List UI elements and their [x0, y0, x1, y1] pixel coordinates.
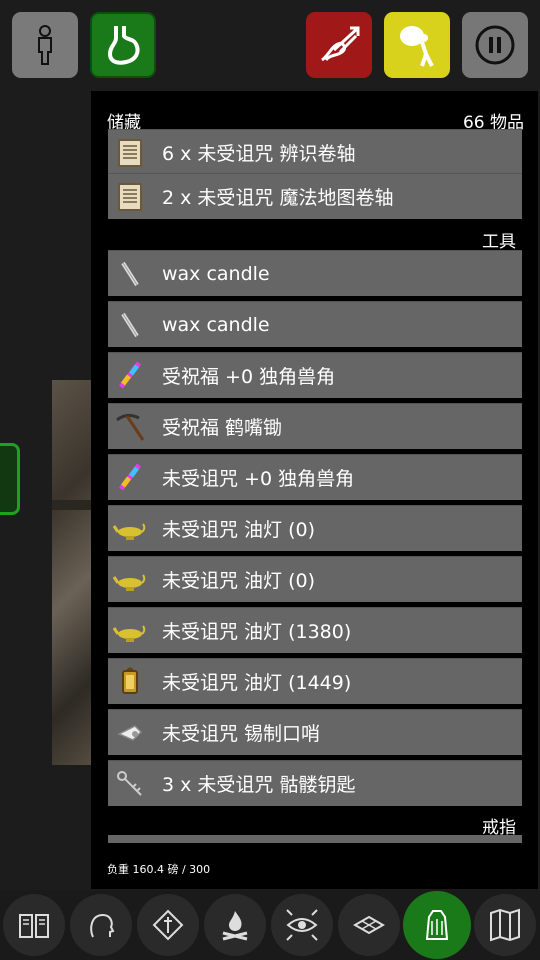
whistle-icon: [113, 716, 147, 750]
backpack-icon: [400, 26, 434, 67]
oil-lamp-icon: [113, 563, 147, 597]
pickaxe-icon: [113, 410, 147, 444]
pray-button[interactable]: [137, 894, 199, 956]
dungeon-rock-wall: [52, 380, 92, 765]
person-icon: [38, 25, 52, 65]
inventory-panel: 储藏 66 物品 6 x 未受诅咒 辨识卷轴 2 x 未受诅咒 魔法地图卷轴 工…: [91, 91, 538, 889]
bag-icon: [425, 910, 449, 940]
character-button[interactable]: [12, 12, 78, 78]
item-label: 未受诅咒 油灯 (0): [162, 570, 315, 592]
inventory-item-partial[interactable]: [108, 835, 522, 843]
item-label: 未受诅咒 +0 独角兽角: [162, 468, 355, 490]
item-label: 未受诅咒 油灯 (0): [162, 519, 315, 541]
item-label: 未受诅咒 油灯 (1380): [162, 621, 352, 643]
inventory-item[interactable]: 受祝福 +0 独角兽角: [108, 352, 522, 398]
candle-icon: [113, 308, 147, 342]
inventory-item[interactable]: 3 x 未受诅咒 骷髅钥匙: [108, 760, 522, 806]
item-label: 受祝福 +0 独角兽角: [162, 366, 336, 388]
inventory-button[interactable]: [403, 891, 471, 959]
inventory-item[interactable]: 未受诅咒 +0 独角兽角: [108, 454, 522, 500]
stomach-icon: [107, 26, 140, 65]
arrow-attack-icon: [321, 26, 360, 62]
item-label: 受祝福 鹤嘴锄: [162, 417, 283, 439]
inventory-item[interactable]: 未受诅咒 油灯 (0): [108, 556, 522, 602]
lantern-icon: [113, 665, 147, 699]
head-button[interactable]: [70, 894, 132, 956]
weight-status: 负重 160.4 磅 / 300: [107, 863, 211, 876]
dungeon-rock-seam: [52, 500, 92, 510]
unicorn-horn-icon: [113, 461, 147, 495]
category-header-tools: 工具: [482, 232, 516, 252]
pack-button[interactable]: [384, 12, 450, 78]
inventory-item[interactable]: 未受诅咒 油灯 (1380): [108, 607, 522, 653]
bottom-toolbar: [0, 890, 540, 960]
map-button[interactable]: [474, 894, 536, 956]
item-label: 2 x 未受诅咒 魔法地图卷轴: [162, 187, 394, 209]
scroll-icon: [113, 180, 147, 214]
item-label: wax candle: [162, 262, 270, 285]
pause-icon: [475, 25, 515, 65]
candle-icon: [113, 257, 147, 291]
unicorn-horn-icon: [113, 359, 147, 393]
inventory-item[interactable]: 2 x 未受诅咒 魔法地图卷轴: [108, 173, 522, 219]
inventory-item[interactable]: 6 x 未受诅咒 辨识卷轴: [108, 129, 522, 175]
inventory-item[interactable]: wax candle: [108, 250, 522, 296]
inventory-item[interactable]: wax candle: [108, 301, 522, 347]
inventory-item[interactable]: 未受诅咒 锡制口哨: [108, 709, 522, 755]
inventory-item[interactable]: 未受诅咒 油灯 (1449): [108, 658, 522, 704]
item-label: 6 x 未受诅咒 辨识卷轴: [162, 143, 356, 165]
pause-button[interactable]: [462, 12, 528, 78]
spellbook-button[interactable]: [3, 894, 65, 956]
key-icon: [113, 767, 147, 801]
item-label: 未受诅咒 油灯 (1449): [162, 672, 352, 694]
item-label: 未受诅咒 锡制口哨: [162, 723, 321, 745]
look-button[interactable]: [271, 894, 333, 956]
floor-button[interactable]: [338, 894, 400, 956]
head-icon: [90, 913, 115, 938]
inventory-item[interactable]: 受祝福 鹤嘴锄: [108, 403, 522, 449]
oil-lamp-icon: [113, 614, 147, 648]
tile-icon: [352, 915, 386, 935]
eye-icon: [286, 909, 318, 941]
scroll-icon: [113, 136, 147, 170]
hunger-button[interactable]: [90, 12, 156, 78]
oil-lamp-icon: [113, 512, 147, 546]
map-icon: [490, 908, 520, 942]
attack-button[interactable]: [306, 12, 372, 78]
item-label: 3 x 未受诅咒 骷髅钥匙: [162, 774, 356, 796]
diamond-icon: [152, 909, 184, 941]
book-icon: [19, 914, 49, 938]
inventory-item[interactable]: 未受诅咒 油灯 (0): [108, 505, 522, 551]
side-handle[interactable]: [0, 443, 20, 515]
campfire-icon: [222, 911, 248, 941]
item-label: wax candle: [162, 313, 270, 336]
fire-button[interactable]: [204, 894, 266, 956]
